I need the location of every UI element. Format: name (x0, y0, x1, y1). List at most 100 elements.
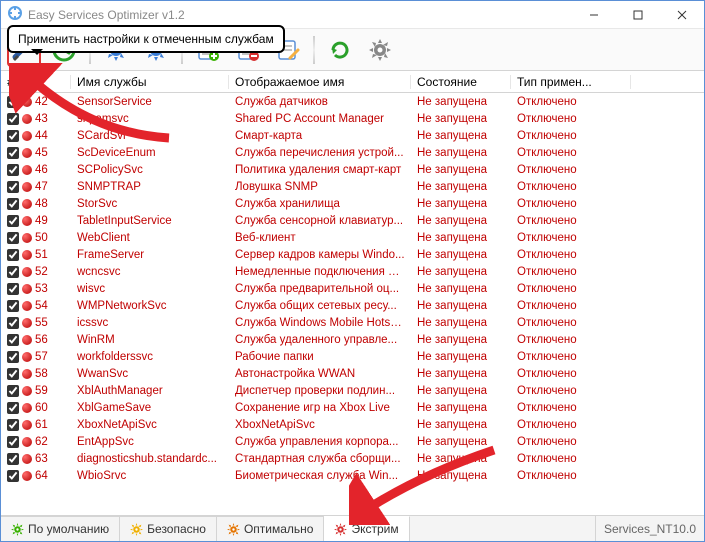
service-display: Shared PC Account Manager (229, 113, 411, 125)
row-checkbox[interactable] (7, 300, 19, 312)
status-dot-icon (22, 386, 32, 396)
row-checkbox[interactable] (7, 232, 19, 244)
maximize-button[interactable] (616, 1, 660, 29)
row-checkbox[interactable] (7, 368, 19, 380)
col-display[interactable]: Отображаемое имя (229, 75, 411, 89)
col-apply[interactable]: Тип примен... (511, 75, 631, 89)
table-row[interactable]: 57workfolderssvcРабочие папкиНе запущена… (1, 348, 704, 365)
table-row[interactable]: 43shpamsvcShared PC Account ManagerНе за… (1, 110, 704, 127)
table-row[interactable]: 54WMPNetworkSvcСлужба общих сетевых ресу… (1, 297, 704, 314)
row-number: 46 (35, 164, 48, 176)
status-dot-icon (22, 471, 32, 481)
service-apply: Отключено (511, 147, 631, 159)
table-row[interactable]: 59XblAuthManagerДиспетчер проверки подли… (1, 382, 704, 399)
service-state: Не запущена (411, 198, 511, 210)
col-name[interactable]: Имя службы (71, 75, 229, 89)
tab-extreme[interactable]: Экстрим (324, 516, 409, 541)
table-row[interactable]: 58WwanSvcАвтонастройка WWANНе запущенаОт… (1, 365, 704, 382)
table-row[interactable]: 42SensorServiceСлужба датчиковНе запущен… (1, 93, 704, 110)
table-row[interactable]: 48StorSvcСлужба хранилищаНе запущенаОткл… (1, 195, 704, 212)
row-checkbox[interactable] (7, 113, 19, 125)
service-apply: Отключено (511, 181, 631, 193)
service-apply: Отключено (511, 266, 631, 278)
service-name: TabletInputService (71, 215, 229, 227)
close-button[interactable] (660, 1, 704, 29)
row-number: 47 (35, 181, 48, 193)
row-number: 62 (35, 436, 48, 448)
table-row[interactable]: 62EntAppSvcСлужба управления корпора...Н… (1, 433, 704, 450)
row-number: 52 (35, 266, 48, 278)
row-checkbox[interactable] (7, 147, 19, 159)
table-row[interactable]: 47SNMPTRAPЛовушка SNMPНе запущенаОтключе… (1, 178, 704, 195)
service-name: WebClient (71, 232, 229, 244)
service-display: XboxNetApiSvc (229, 419, 411, 431)
table-row[interactable]: 45ScDeviceEnumСлужба перечисления устрой… (1, 144, 704, 161)
row-checkbox[interactable] (7, 283, 19, 295)
table-row[interactable]: 60XblGameSaveСохранение игр на Xbox Live… (1, 399, 704, 416)
service-apply: Отключено (511, 283, 631, 295)
row-number: 61 (35, 419, 48, 431)
tab-safe-label: Безопасно (147, 522, 206, 536)
table-row[interactable]: 61XboxNetApiSvcXboxNetApiSvcНе запущенаО… (1, 416, 704, 433)
row-checkbox[interactable] (7, 419, 19, 431)
status-dot-icon (22, 131, 32, 141)
row-checkbox[interactable] (7, 215, 19, 227)
table-row[interactable]: 46SCPolicySvcПолитика удаления смарт-кар… (1, 161, 704, 178)
tab-default[interactable]: По умолчанию (1, 516, 120, 541)
service-display: Служба удаленного управле... (229, 334, 411, 346)
table-row[interactable]: 44SCardSvrСмарт-картаНе запущенаОтключен… (1, 127, 704, 144)
row-number: 60 (35, 402, 48, 414)
row-checkbox[interactable] (7, 130, 19, 142)
col-state[interactable]: Состояние (411, 75, 511, 89)
service-name: SensorService (71, 96, 229, 108)
service-apply: Отключено (511, 96, 631, 108)
row-checkbox[interactable] (7, 249, 19, 261)
service-state: Не запущена (411, 164, 511, 176)
row-checkbox[interactable] (7, 164, 19, 176)
service-state: Не запущена (411, 96, 511, 108)
status-dot-icon (22, 318, 32, 328)
row-checkbox[interactable] (7, 317, 19, 329)
status-dot-icon (22, 284, 32, 294)
table-row[interactable]: 55icssvcСлужба Windows Mobile HotspotНе … (1, 314, 704, 331)
service-name: WMPNetworkSvc (71, 300, 229, 312)
service-display: Служба Windows Mobile Hotspot (229, 317, 411, 329)
service-state: Не запущена (411, 334, 511, 346)
row-checkbox[interactable] (7, 334, 19, 346)
service-state: Не запущена (411, 300, 511, 312)
row-checkbox[interactable] (7, 453, 19, 465)
table-row[interactable]: 63diagnosticshub.standardc...Стандартная… (1, 450, 704, 467)
row-checkbox[interactable] (7, 402, 19, 414)
settings-button[interactable] (365, 35, 395, 65)
table-row[interactable]: 50WebClientВеб-клиентНе запущенаОтключен… (1, 229, 704, 246)
table-row[interactable]: 56WinRMСлужба удаленного управле...Не за… (1, 331, 704, 348)
service-apply: Отключено (511, 232, 631, 244)
col-idx[interactable]: # (1, 75, 71, 89)
row-checkbox[interactable] (7, 266, 19, 278)
row-checkbox[interactable] (7, 351, 19, 363)
table-row[interactable]: 53wisvcСлужба предварительной оц...Не за… (1, 280, 704, 297)
minimize-button[interactable] (572, 1, 616, 29)
service-state: Не запущена (411, 453, 511, 465)
row-checkbox[interactable] (7, 436, 19, 448)
table-row[interactable]: 52wcncsvcНемедленные подключения W...Не … (1, 263, 704, 280)
service-apply: Отключено (511, 130, 631, 142)
tab-safe[interactable]: Безопасно (120, 516, 217, 541)
refresh-button[interactable] (325, 35, 355, 65)
row-checkbox[interactable] (7, 181, 19, 193)
row-checkbox[interactable] (7, 198, 19, 210)
tab-optimal[interactable]: Оптимально (217, 516, 325, 541)
table-row[interactable]: 49TabletInputServiceСлужба сенсорной кла… (1, 212, 704, 229)
table-row[interactable]: 51FrameServerСервер кадров камеры Windo.… (1, 246, 704, 263)
status-text: Services_NT10.0 (604, 522, 696, 536)
service-display: Служба управления корпора... (229, 436, 411, 448)
table-row[interactable]: 64WbioSrvcБиометрическая служба Win...Не… (1, 467, 704, 484)
grid-body[interactable]: 42SensorServiceСлужба датчиковНе запущен… (1, 93, 704, 515)
status-dot-icon (22, 114, 32, 124)
row-checkbox[interactable] (7, 385, 19, 397)
row-checkbox[interactable] (7, 470, 19, 482)
row-number: 64 (35, 470, 48, 482)
service-display: Служба общих сетевых ресу... (229, 300, 411, 312)
service-display: Стандартная служба сборщи... (229, 453, 411, 465)
row-checkbox[interactable] (7, 96, 19, 108)
